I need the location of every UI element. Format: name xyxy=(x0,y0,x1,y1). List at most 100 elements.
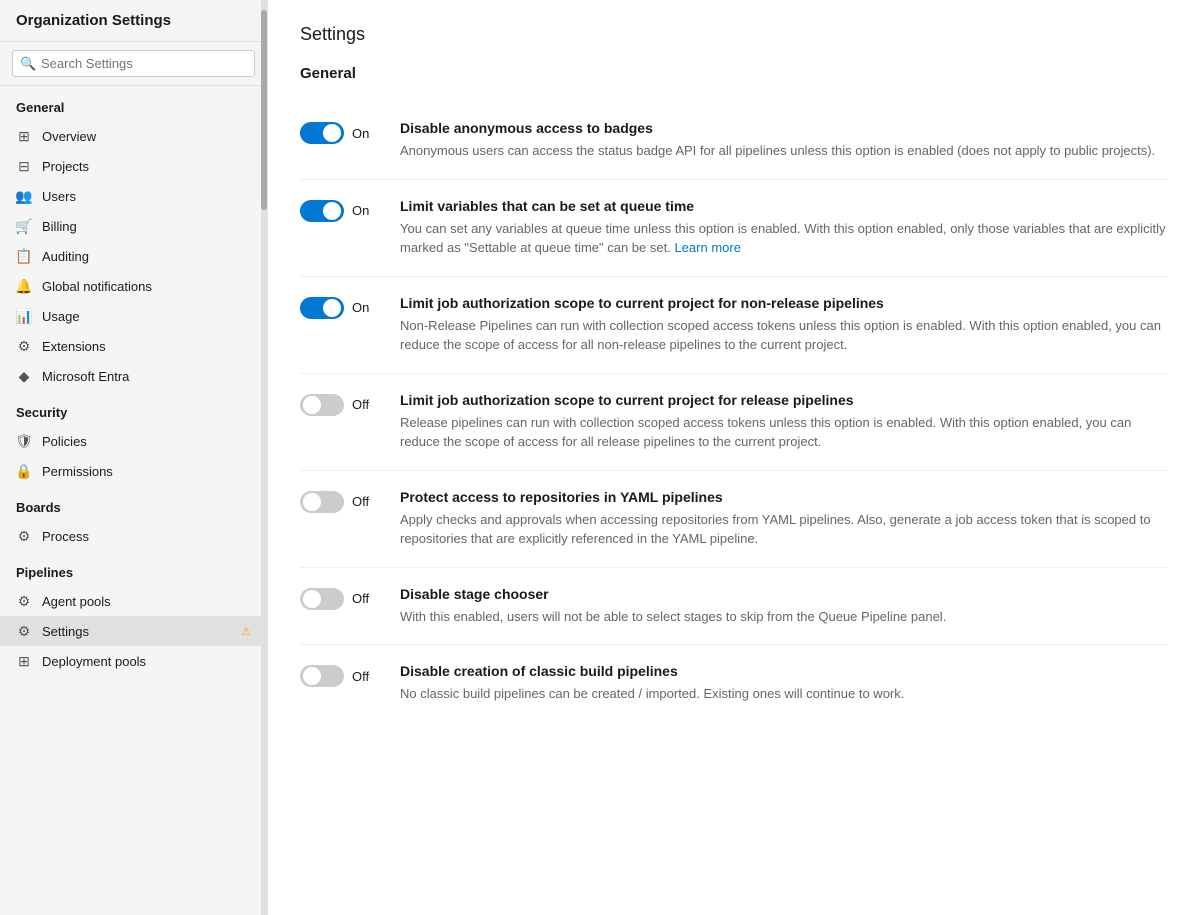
setting-info-5: Protect access to repositories in YAML p… xyxy=(400,489,1168,549)
sidebar-item-users[interactable]: 👥 Users xyxy=(0,181,267,211)
setting-title-7: Disable creation of classic build pipeli… xyxy=(400,663,1168,679)
section-label-security: Security xyxy=(0,391,267,426)
sidebar-item-label: Settings xyxy=(42,624,231,639)
sidebar-item-process[interactable]: ⚙ Process xyxy=(0,521,267,551)
setting-row-disable-anonymous-badges: On Disable anonymous access to badges An… xyxy=(300,102,1168,180)
setting-desc-2: You can set any variables at queue time … xyxy=(400,219,1168,258)
setting-info-4: Limit job authorization scope to current… xyxy=(400,392,1168,452)
billing-icon: 🛒 xyxy=(16,218,32,234)
setting-title-1: Disable anonymous access to badges xyxy=(400,120,1168,136)
toggle-protect-yaml[interactable] xyxy=(300,491,344,513)
section-label-general: General xyxy=(0,86,267,121)
setting-desc-3: Non-Release Pipelines can run with colle… xyxy=(400,316,1168,355)
toggle-label-5: Off xyxy=(352,494,374,509)
process-icon: ⚙ xyxy=(16,528,32,544)
sidebar-item-label: Overview xyxy=(42,129,251,144)
setting-desc-1: Anonymous users can access the status ba… xyxy=(400,141,1168,161)
projects-icon: ⊟ xyxy=(16,158,32,174)
toggle-label-4: Off xyxy=(352,397,374,412)
shield-icon: 🛡 xyxy=(16,433,32,449)
sidebar-item-label: Microsoft Entra xyxy=(42,369,251,384)
toggle-area-5: Off xyxy=(300,489,380,513)
sidebar-item-label: Projects xyxy=(42,159,251,174)
toggle-disable-classic-build[interactable] xyxy=(300,665,344,687)
search-input[interactable] xyxy=(12,50,255,77)
grid-icon: ⊞ xyxy=(16,128,32,144)
sidebar-scrollbar-thumb[interactable] xyxy=(261,10,267,210)
toggle-thumb xyxy=(303,396,321,414)
deployment-icon: ⊞ xyxy=(16,653,32,669)
sidebar-item-deployment-pools[interactable]: ⊞ Deployment pools xyxy=(0,646,267,676)
toggle-limit-variables[interactable] xyxy=(300,200,344,222)
warning-badge-icon: ⚠ xyxy=(241,625,251,638)
search-icon: 🔍 xyxy=(20,56,36,72)
agents-icon: ⚙ xyxy=(16,593,32,609)
extensions-icon: ⚙ xyxy=(16,338,32,354)
sidebar-item-microsoft-entra[interactable]: ◆ Microsoft Entra xyxy=(0,361,267,391)
auditing-icon: 📋 xyxy=(16,248,32,264)
toggle-thumb xyxy=(323,202,341,220)
toggle-area-2: On xyxy=(300,198,380,222)
toggle-area-4: Off xyxy=(300,392,380,416)
sidebar-item-label: Agent pools xyxy=(42,594,251,609)
sidebar-item-label: Permissions xyxy=(42,464,251,479)
sidebar-item-label: Global notifications xyxy=(42,279,251,294)
learn-more-link[interactable]: Learn more xyxy=(674,240,740,255)
sidebar-item-projects[interactable]: ⊟ Projects xyxy=(0,151,267,181)
toggle-thumb xyxy=(303,590,321,608)
toggle-area-6: Off xyxy=(300,586,380,610)
setting-title-2: Limit variables that can be set at queue… xyxy=(400,198,1168,214)
sidebar-item-label: Usage xyxy=(42,309,251,324)
sidebar-item-global-notifications[interactable]: 🔔 Global notifications xyxy=(0,271,267,301)
toggle-disable-stage-chooser[interactable] xyxy=(300,588,344,610)
sidebar-item-agent-pools[interactable]: ⚙ Agent pools xyxy=(0,586,267,616)
sidebar-item-auditing[interactable]: 📋 Auditing xyxy=(0,241,267,271)
toggle-label-1: On xyxy=(352,126,374,141)
sidebar-item-overview[interactable]: ⊞ Overview xyxy=(0,121,267,151)
toggle-limit-job-nonrelease[interactable] xyxy=(300,297,344,319)
sidebar-item-label: Extensions xyxy=(42,339,251,354)
settings-list: On Disable anonymous access to badges An… xyxy=(300,102,1168,722)
sidebar-item-permissions[interactable]: 🔒 Permissions xyxy=(0,456,267,486)
sidebar-item-settings[interactable]: ⚙ Settings ⚠ xyxy=(0,616,267,646)
setting-title-5: Protect access to repositories in YAML p… xyxy=(400,489,1168,505)
setting-info-7: Disable creation of classic build pipeli… xyxy=(400,663,1168,704)
sidebar-item-label: Policies xyxy=(42,434,251,449)
sidebar-item-usage[interactable]: 📊 Usage xyxy=(0,301,267,331)
setting-title-4: Limit job authorization scope to current… xyxy=(400,392,1168,408)
toggle-limit-job-release[interactable] xyxy=(300,394,344,416)
sidebar-item-billing[interactable]: 🛒 Billing xyxy=(0,211,267,241)
setting-info-2: Limit variables that can be set at queue… xyxy=(400,198,1168,258)
sidebar-item-policies[interactable]: 🛡 Policies xyxy=(0,426,267,456)
gear-icon: ⚙ xyxy=(16,623,32,639)
sidebar-nav: General ⊞ Overview ⊟ Projects 👥 Users 🛒 … xyxy=(0,86,267,915)
setting-desc-5: Apply checks and approvals when accessin… xyxy=(400,510,1168,549)
setting-desc-6: With this enabled, users will not be abl… xyxy=(400,607,1168,627)
setting-row-disable-classic-build: Off Disable creation of classic build pi… xyxy=(300,645,1168,722)
setting-row-protect-yaml: Off Protect access to repositories in YA… xyxy=(300,471,1168,568)
toggle-thumb xyxy=(303,667,321,685)
setting-title-3: Limit job authorization scope to current… xyxy=(400,295,1168,311)
setting-info-3: Limit job authorization scope to current… xyxy=(400,295,1168,355)
toggle-area-3: On xyxy=(300,295,380,319)
setting-title-6: Disable stage chooser xyxy=(400,586,1168,602)
sidebar-item-label: Users xyxy=(42,189,251,204)
setting-row-limit-job-nonrelease: On Limit job authorization scope to curr… xyxy=(300,277,1168,374)
lock-icon: 🔒 xyxy=(16,463,32,479)
section-label-pipelines: Pipelines xyxy=(0,551,267,586)
toggle-label-7: Off xyxy=(352,669,374,684)
sidebar-item-label: Auditing xyxy=(42,249,251,264)
toggle-thumb xyxy=(323,124,341,142)
bell-icon: 🔔 xyxy=(16,278,32,294)
toggle-disable-anonymous-badges[interactable] xyxy=(300,122,344,144)
setting-row-limit-variables: On Limit variables that can be set at qu… xyxy=(300,180,1168,277)
sidebar-scrollbar[interactable] xyxy=(261,0,267,915)
setting-row-disable-stage-chooser: Off Disable stage chooser With this enab… xyxy=(300,568,1168,646)
toggle-area-7: Off xyxy=(300,663,380,687)
sidebar-title: Organization Settings xyxy=(0,0,267,42)
users-icon: 👥 xyxy=(16,188,32,204)
section-title: General xyxy=(300,65,1168,82)
sidebar: Organization Settings 🔍 General ⊞ Overvi… xyxy=(0,0,268,915)
sidebar-item-extensions[interactable]: ⚙ Extensions xyxy=(0,331,267,361)
toggle-area-1: On xyxy=(300,120,380,144)
